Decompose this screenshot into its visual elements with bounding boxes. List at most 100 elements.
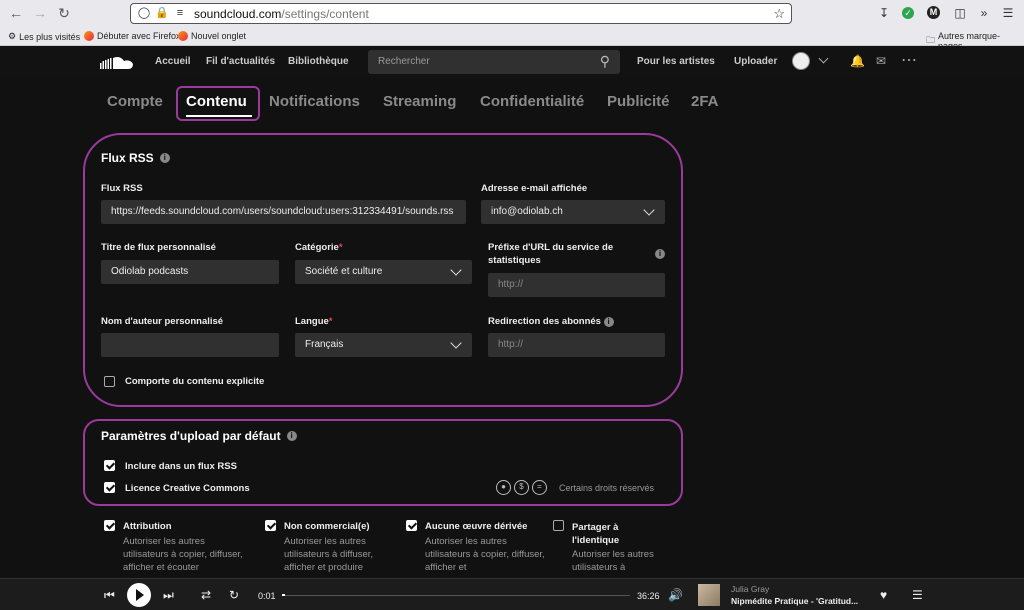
explicit-label: Comporte du contenu explicite (125, 376, 265, 387)
menu-icon[interactable]: ☰ (1000, 5, 1016, 21)
bookmark-new-tab[interactable]: Nouvel onglet (178, 31, 246, 41)
info-icon[interactable]: i (655, 249, 665, 259)
track-artist[interactable]: Julia Gray (731, 584, 769, 594)
more-options-icon[interactable]: ⋯ (901, 50, 917, 70)
progress-bar[interactable] (282, 594, 630, 596)
required-marker: * (338, 242, 343, 253)
extensions-icon[interactable]: ◫ (952, 5, 968, 21)
license-noncommercial-checkbox[interactable] (265, 520, 276, 531)
license-sharealike-checkbox[interactable] (553, 520, 564, 531)
queue-icon[interactable]: ☰ (912, 588, 923, 602)
info-icon[interactable]: i (286, 431, 297, 441)
search-icon[interactable]: ⚲ (600, 53, 610, 70)
nav-feed[interactable]: Fil d'actualités (206, 56, 275, 67)
mail-icon[interactable]: ✉ (876, 54, 886, 68)
tab-advertising[interactable]: Publicité (607, 93, 670, 110)
redirect-field[interactable]: http:// (488, 333, 665, 357)
elapsed-time: 0:01 (258, 591, 276, 601)
forward-icon[interactable]: → (32, 5, 48, 21)
author-label: Nom d'auteur personnalisé (101, 316, 224, 327)
like-heart-icon[interactable]: ♥ (880, 588, 887, 602)
bookmark-label: Nouvel onglet (191, 31, 247, 41)
license-attribution-checkbox[interactable] (104, 520, 115, 531)
tab-streaming[interactable]: Streaming (383, 93, 456, 110)
firefox-icon (84, 31, 94, 41)
nav-home[interactable]: Accueil (155, 56, 191, 67)
custom-title-field[interactable]: Odiolab podcasts (101, 260, 279, 284)
license-noncommercial-desc: Autoriser les autres utilisateurs à diff… (284, 536, 374, 573)
duration-time: 36:26 (637, 591, 660, 601)
reload-icon[interactable]: ↻ (56, 5, 72, 21)
tab-notifications[interactable]: Notifications (269, 93, 360, 110)
previous-icon[interactable]: ⏮ (104, 588, 115, 603)
cc-noderivs-icon: = (532, 480, 547, 495)
category-select[interactable]: Société et culture (295, 260, 472, 284)
search-input[interactable]: Rechercher ⚲ (368, 50, 620, 74)
info-icon[interactable]: i (159, 153, 170, 163)
email-select[interactable]: info@odiolab.ch (481, 200, 665, 224)
lock-icon[interactable]: 🔒 (155, 6, 169, 20)
rss-title-text: Flux RSS (101, 151, 154, 165)
email-value: info@odiolab.ch (491, 206, 563, 217)
nav-library[interactable]: Bibliothèque (288, 56, 349, 67)
avatar[interactable] (792, 52, 810, 70)
chevron-down-icon (450, 264, 462, 276)
soundcloud-logo-icon[interactable] (100, 56, 134, 70)
permissions-icon[interactable]: ≡ (173, 6, 187, 20)
language-label: Langue* (295, 315, 332, 328)
info-icon[interactable]: i (603, 317, 614, 327)
address-bar[interactable]: ◯ 🔒 ≡ soundcloud.com/settings/content ☆ (130, 3, 792, 24)
tab-2fa[interactable]: 2FA (691, 93, 719, 110)
back-icon[interactable]: ← (8, 5, 24, 21)
track-cover[interactable] (698, 584, 720, 606)
author-field[interactable] (101, 333, 279, 357)
play-button[interactable] (127, 583, 151, 607)
bookmark-getting-started[interactable]: Débuter avec Firefox (84, 31, 181, 41)
explicit-checkbox[interactable] (104, 376, 115, 387)
repeat-icon[interactable]: ↻ (229, 588, 239, 602)
category-label: Catégorie* (295, 241, 343, 254)
progress-fill (282, 594, 286, 596)
license-noncommercial-label: Non commercial(e) (284, 521, 370, 532)
shuffle-icon[interactable]: ⇄ (201, 588, 211, 602)
next-icon[interactable]: ⏭ (163, 588, 174, 603)
stats-prefix-label: Préfixe d'URL du service de statistiques (488, 242, 614, 266)
download-icon[interactable]: ↧ (876, 5, 892, 21)
bookmark-star-icon[interactable]: ☆ (773, 6, 785, 22)
url-text[interactable]: soundcloud.com/settings/content (194, 7, 369, 21)
volume-icon[interactable]: 🔊 (668, 588, 683, 602)
creative-commons-label: Licence Creative Commons (125, 483, 250, 494)
license-noderivs-label: Aucune œuvre dérivée (425, 521, 528, 532)
rss-section-title: Flux RSS i (101, 151, 170, 165)
overflow-chevrons-icon[interactable]: » (976, 5, 992, 21)
chevron-down-icon (450, 337, 462, 349)
chevron-down-icon[interactable] (818, 53, 829, 64)
email-label: Adresse e-mail affichée (481, 183, 588, 194)
cc-noncommercial-icon: $ (514, 480, 529, 495)
include-rss-checkbox[interactable] (104, 460, 115, 471)
stats-prefix-field[interactable]: http:// (488, 273, 665, 297)
bookmark-most-visited[interactable]: ⚙ Les plus visités (8, 31, 80, 42)
upload-link[interactable]: Uploader (734, 56, 777, 67)
feed-url-label: Flux RSS (101, 183, 143, 194)
bell-icon[interactable]: 🔔 (850, 54, 865, 68)
extension-check-icon[interactable]: ✓ (902, 7, 914, 19)
tab-account[interactable]: Compte (107, 93, 163, 110)
creative-commons-checkbox[interactable] (104, 482, 115, 493)
tab-privacy[interactable]: Confidentialité (480, 93, 584, 110)
license-noderivs-desc: Autoriser les autres utilisateurs à copi… (425, 536, 545, 573)
custom-title-label: Titre de flux personnalisé (101, 242, 216, 253)
track-title[interactable]: Nipmédite Pratique - 'Gratitud... (731, 596, 858, 606)
feed-url-field[interactable]: https://feeds.soundcloud.com/users/sound… (101, 200, 466, 224)
license-noderivs-checkbox[interactable] (406, 520, 417, 531)
bookmark-label: Débuter avec Firefox (97, 31, 181, 41)
url-path: /settings/content (281, 7, 369, 21)
language-select[interactable]: Français (295, 333, 472, 357)
language-value: Français (305, 339, 344, 350)
category-value: Société et culture (305, 266, 383, 277)
site-header: Accueil Fil d'actualités Bibliothèque Re… (0, 46, 1024, 78)
shield-icon[interactable]: ◯ (137, 6, 151, 20)
gear-icon: ⚙ (8, 31, 17, 41)
extension-m-icon[interactable]: M (927, 6, 940, 19)
for-artists-link[interactable]: Pour les artistes (637, 56, 715, 67)
